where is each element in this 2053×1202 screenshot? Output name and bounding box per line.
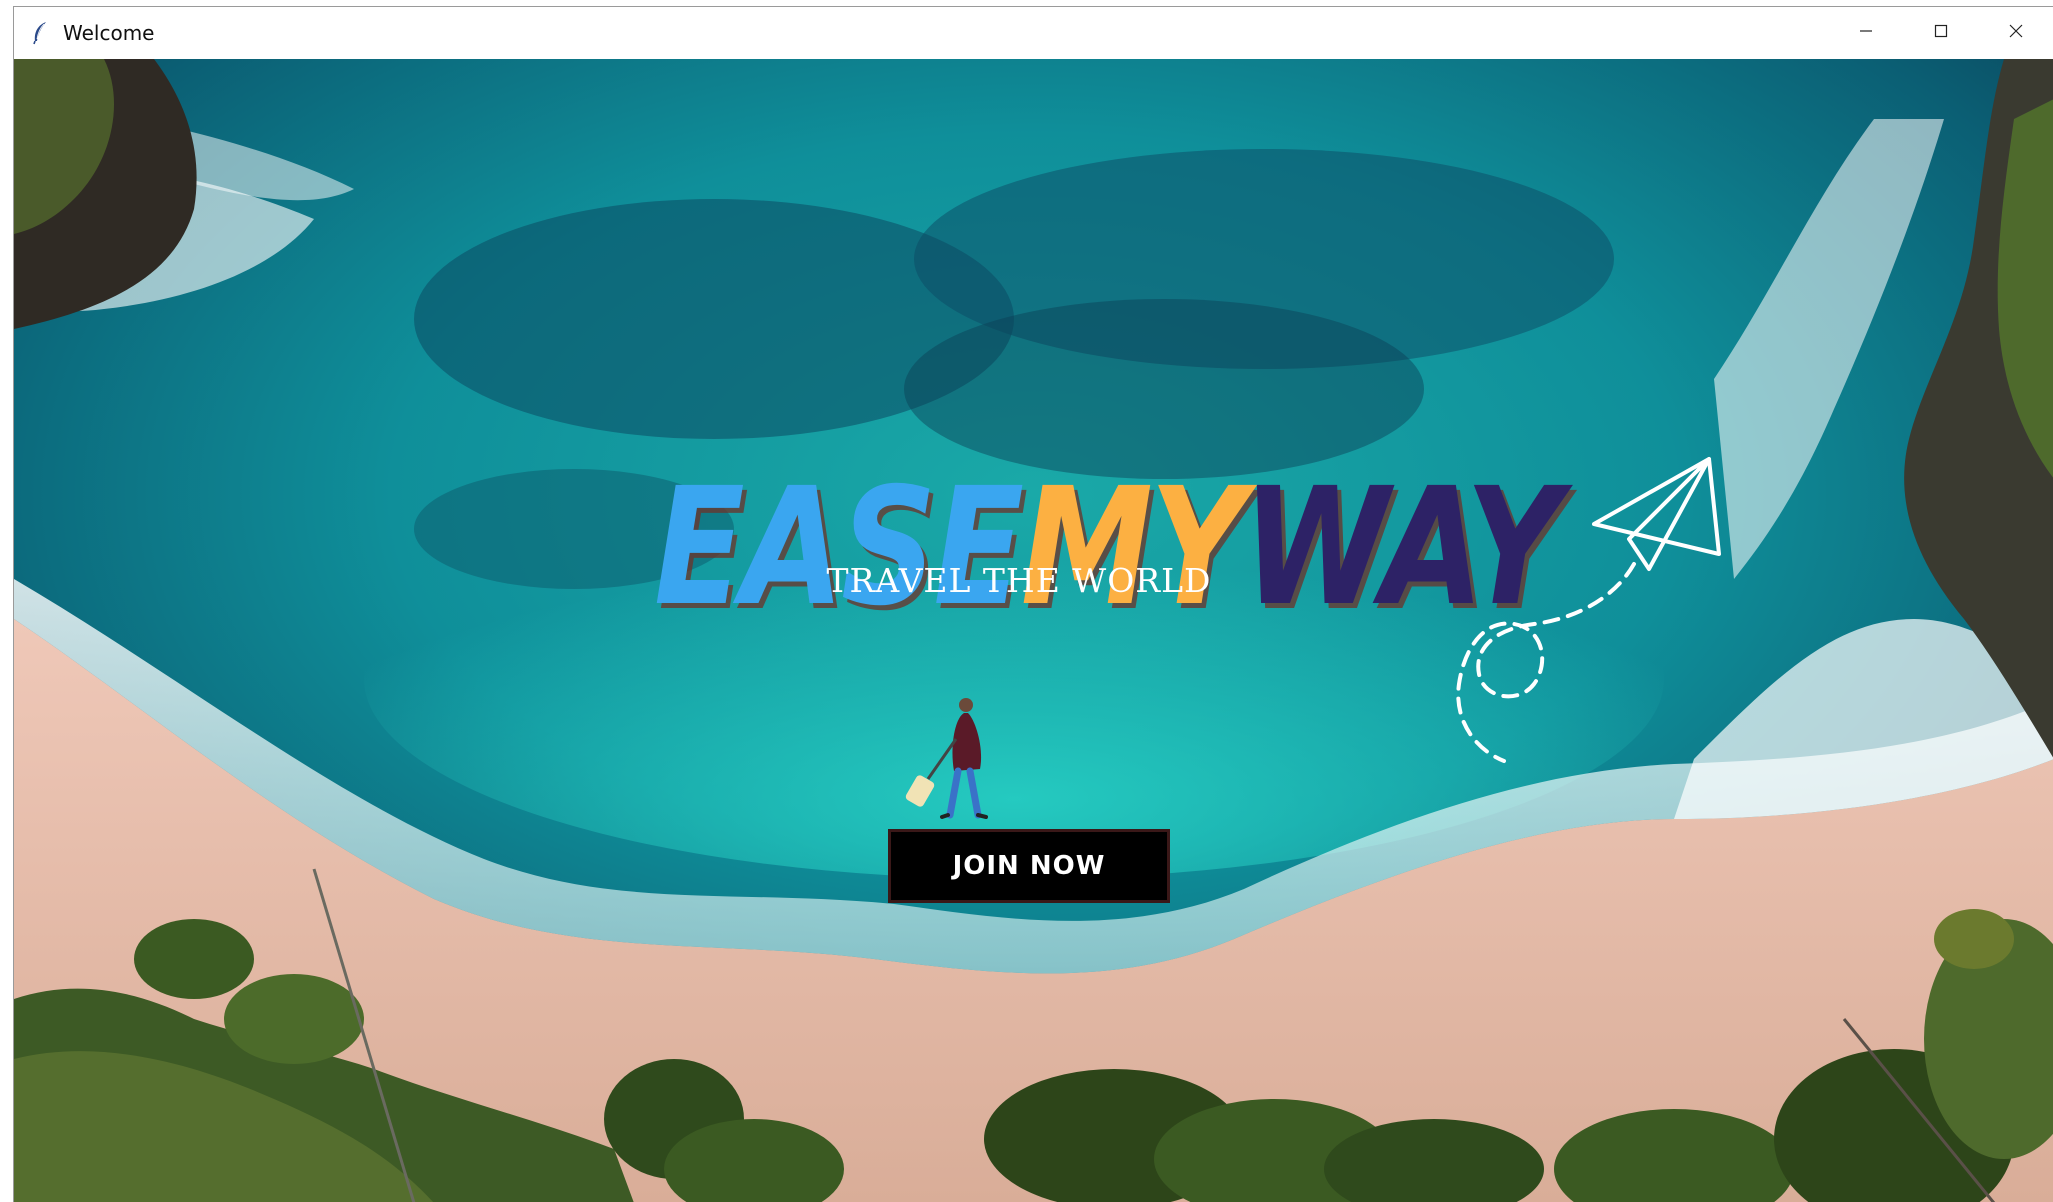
- logo-part-my: MY: [1020, 454, 1246, 642]
- logo-part-ease: EASE: [654, 454, 1024, 642]
- app-window: Welcome EASE MY WAY TRAVEL THE WORLD JOI…: [13, 6, 2053, 1202]
- logo-part-way: WAY: [1242, 454, 1562, 642]
- traveler-illustration: [905, 698, 988, 819]
- join-now-button[interactable]: JOIN NOW: [888, 829, 1170, 903]
- tagline: TRAVEL THE WORLD: [826, 561, 1212, 600]
- welcome-screen: EASE MY WAY TRAVEL THE WORLD JOIN NOW: [14, 59, 2053, 1202]
- minimize-icon: [1858, 23, 1874, 43]
- maximize-button[interactable]: [1903, 7, 1978, 59]
- maximize-icon: [1933, 23, 1949, 43]
- feather-icon: [29, 20, 51, 46]
- close-button[interactable]: [1978, 7, 2053, 59]
- window-title: Welcome: [63, 21, 155, 45]
- minimize-button[interactable]: [1828, 7, 1903, 59]
- window-controls: [1828, 7, 2053, 59]
- close-icon: [2008, 23, 2024, 43]
- title-bar[interactable]: Welcome: [14, 7, 2053, 59]
